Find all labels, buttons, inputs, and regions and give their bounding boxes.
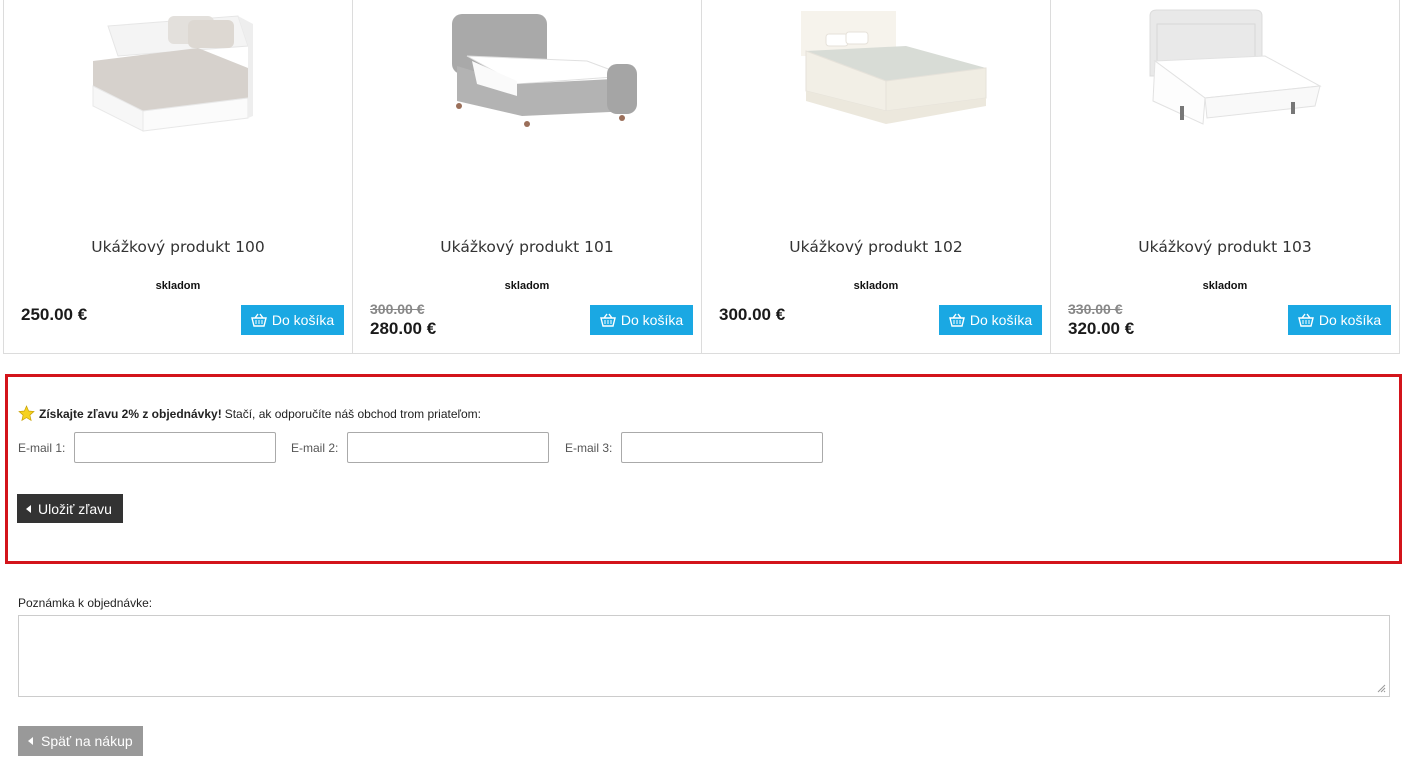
- add-to-cart-button[interactable]: Do košíka: [590, 305, 693, 335]
- product-grid: Ukážkový produkt 100 skladom 250.00 € Do…: [3, 0, 1400, 354]
- stock-status: skladom: [1202, 280, 1248, 292]
- white-wooden-bed-image[interactable]: [48, 6, 308, 136]
- white-wingback-bed-image[interactable]: [1095, 6, 1355, 136]
- product-title[interactable]: Ukážkový produkt 103: [1051, 238, 1399, 256]
- product-title[interactable]: Ukážkový produkt 102: [702, 238, 1050, 256]
- price-box: 250.00 €: [21, 304, 87, 326]
- stock-status: skladom: [853, 280, 899, 292]
- old-price: 300.00 €: [370, 301, 425, 317]
- basket-icon: [599, 313, 616, 327]
- caret-left-icon: [28, 737, 33, 745]
- price-box: 330.00 € 320.00 €: [1068, 300, 1134, 340]
- email-1-input[interactable]: [74, 432, 277, 463]
- price: 300.00 €: [719, 305, 786, 324]
- order-note-textarea[interactable]: [18, 615, 1390, 697]
- email-3-label: E-mail 3:: [565, 440, 613, 455]
- email-1-label: E-mail 1:: [18, 440, 66, 455]
- price: 320.00 €: [1068, 319, 1135, 338]
- referral-discount-box: Získajte zľavu 2% z objednávky! Stačí, a…: [5, 374, 1402, 564]
- back-to-shop-label: Späť na nákup: [41, 733, 133, 749]
- add-to-cart-button[interactable]: Do košíka: [1288, 305, 1391, 335]
- price-box: 300.00 €: [719, 304, 785, 326]
- add-to-cart-label: Do košíka: [620, 312, 684, 328]
- email-field-1-row: E-mail 1:: [18, 432, 277, 463]
- add-to-cart-label: Do košíka: [969, 312, 1033, 328]
- product-card: Ukážkový produkt 101 skladom 300.00 € 28…: [353, 0, 702, 353]
- add-to-cart-button[interactable]: Do košíka: [939, 305, 1042, 335]
- price: 250.00 €: [21, 305, 88, 324]
- promo-line: Získajte zľavu 2% z objednávky! Stačí, a…: [18, 405, 481, 422]
- stock-status: skladom: [155, 280, 201, 292]
- old-price: 330.00 €: [1068, 301, 1123, 317]
- resize-handle-icon[interactable]: [1377, 684, 1386, 693]
- price: 280.00 €: [370, 319, 437, 338]
- grey-upholstered-bed-image[interactable]: [397, 6, 657, 136]
- stock-status: skladom: [504, 280, 550, 292]
- product-card: Ukážkový produkt 102 skladom 300.00 € Do…: [702, 0, 1051, 353]
- email-field-3-row: E-mail 3:: [565, 432, 824, 463]
- order-note-label: Poznámka k objednávke:: [18, 596, 153, 610]
- basket-icon: [948, 313, 965, 327]
- email-field-2-row: E-mail 2:: [291, 432, 550, 463]
- cream-boxspring-bed-image[interactable]: [746, 6, 1006, 136]
- product-card: Ukážkový produkt 100 skladom 250.00 € Do…: [4, 0, 353, 353]
- promo-headline: Získajte zľavu 2% z objednávky!: [39, 406, 222, 421]
- price-box: 300.00 € 280.00 €: [370, 300, 436, 340]
- email-2-label: E-mail 2:: [291, 440, 339, 455]
- product-card: Ukážkový produkt 103 skladom 330.00 € 32…: [1051, 0, 1399, 353]
- save-discount-button[interactable]: Uložiť zľavu: [17, 494, 123, 523]
- back-to-shop-button[interactable]: Späť na nákup: [18, 726, 143, 756]
- star-icon: [18, 405, 35, 422]
- basket-icon: [1297, 313, 1314, 327]
- email-2-input[interactable]: [347, 432, 550, 463]
- promo-text: Stačí, ak odporučíte náš obchod trom pri…: [224, 406, 482, 421]
- email-3-input[interactable]: [621, 432, 824, 463]
- product-title[interactable]: Ukážkový produkt 100: [4, 238, 352, 256]
- add-to-cart-button[interactable]: Do košíka: [241, 305, 344, 335]
- caret-left-icon: [26, 504, 31, 513]
- basket-icon: [250, 313, 267, 327]
- product-title[interactable]: Ukážkový produkt 101: [353, 238, 701, 256]
- save-discount-label: Uložiť zľavu: [38, 500, 112, 517]
- add-to-cart-label: Do košíka: [271, 312, 335, 328]
- add-to-cart-label: Do košíka: [1318, 312, 1382, 328]
